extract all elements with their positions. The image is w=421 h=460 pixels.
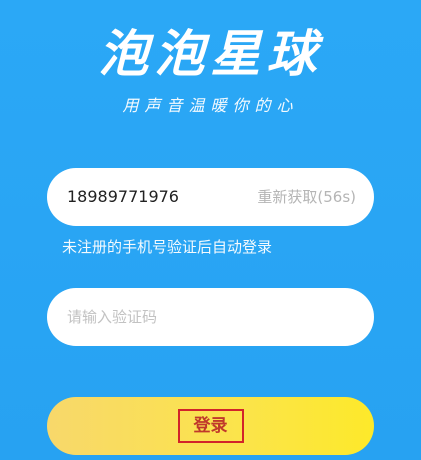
- resend-code-button[interactable]: 重新获取(56s): [257, 168, 356, 226]
- login-button[interactable]: 登录: [47, 397, 374, 455]
- app-slogan: 用声音温暖你的心: [122, 96, 299, 115]
- login-button-label: 登录: [177, 409, 244, 443]
- verification-code-input[interactable]: [47, 288, 374, 346]
- login-screen: 泡泡星球 用声音温暖你的心 18989771976 重新获取(56s) 未注册的…: [0, 0, 421, 460]
- auto-login-hint: 未注册的手机号验证后自动登录: [62, 238, 273, 256]
- phone-field[interactable]: 18989771976 重新获取(56s): [47, 168, 374, 226]
- app-logo: 泡泡星球: [98, 25, 323, 83]
- phone-number-value[interactable]: 18989771976: [67, 168, 179, 226]
